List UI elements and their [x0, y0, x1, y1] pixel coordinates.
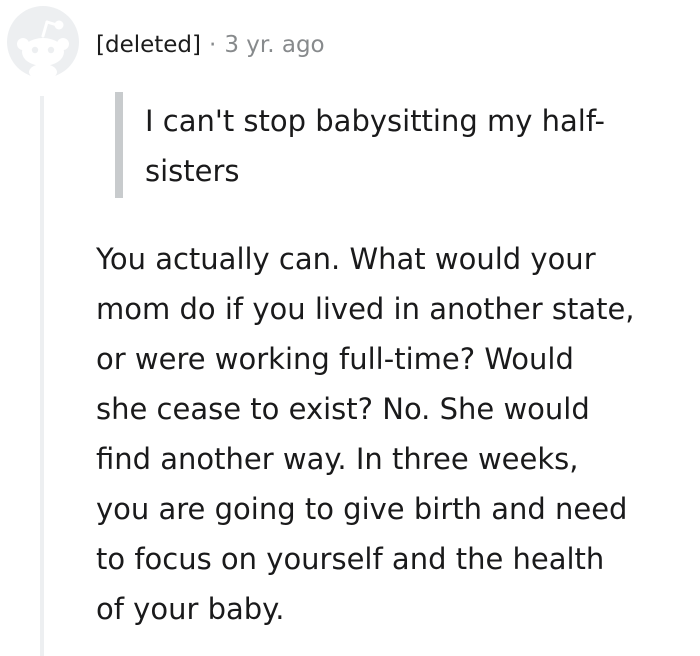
body-line: of your baby.	[96, 592, 285, 626]
body-line: she cease to exist? No. She would	[96, 392, 590, 426]
comment-meta: [deleted] · 3 yr. ago	[96, 28, 325, 62]
thread-line[interactable]	[40, 96, 44, 656]
body-line: you are going to give birth and need	[96, 492, 628, 526]
meta-separator: ·	[209, 32, 217, 58]
comment-timestamp[interactable]: 3 yr. ago	[224, 32, 324, 58]
blockquote-bar	[115, 92, 123, 198]
body-line: You actually can. What would your	[96, 242, 596, 276]
quote-line: sisters	[145, 154, 240, 188]
avatar[interactable]	[7, 6, 79, 78]
comment-body: You actually can. What would your mom do…	[96, 234, 696, 634]
body-line: or were working full-time? Would	[96, 342, 574, 376]
body-line: mom do if you lived in another state,	[96, 292, 635, 326]
blockquote-text: I can't stop babysitting my half- sister…	[145, 96, 665, 196]
body-line: find another way. In three weeks,	[96, 442, 579, 476]
comment: [deleted] · 3 yr. ago I can't stop babysit…	[0, 0, 700, 656]
author-name[interactable]: [deleted]	[96, 32, 201, 58]
quote-line: I can't stop babysitting my half-	[145, 104, 605, 138]
snoo-avatar-icon	[17, 20, 69, 78]
body-line: to focus on yourself and the health	[96, 542, 605, 576]
